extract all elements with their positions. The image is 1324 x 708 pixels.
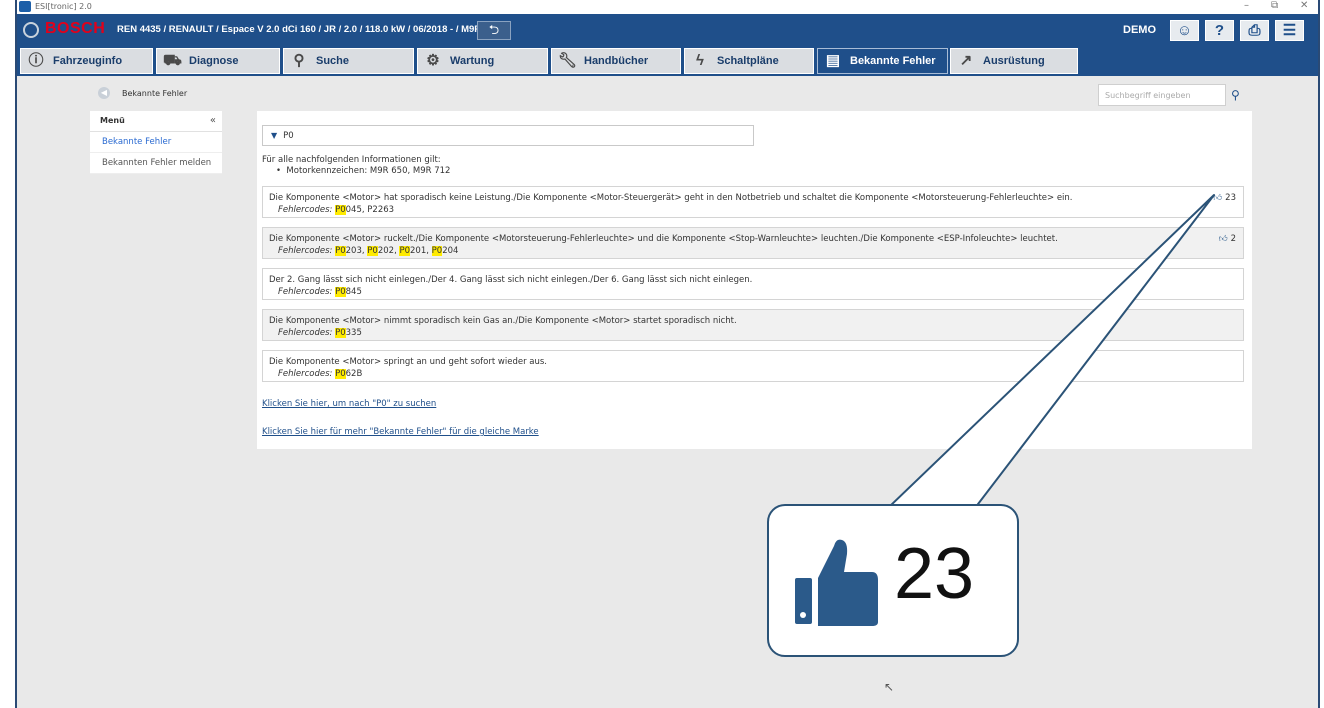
callout-pointer-path [887, 194, 1215, 509]
likes-callout: 23 [767, 504, 1019, 657]
thumbs-up-icon [795, 539, 878, 626]
callout-count: 23 [894, 534, 975, 614]
mouse-cursor-icon: ↖ [884, 680, 895, 694]
callout-pointer [887, 194, 1215, 509]
